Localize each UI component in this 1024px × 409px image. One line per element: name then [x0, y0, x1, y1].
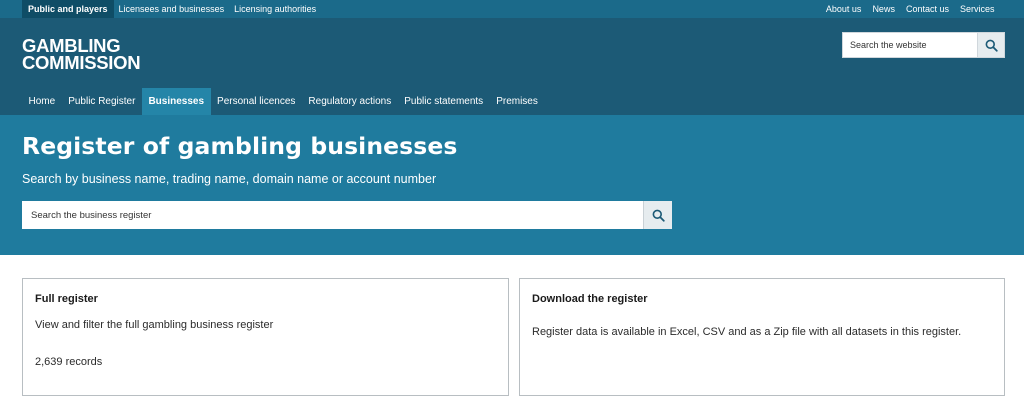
nav-regulatory-actions[interactable]: Regulatory actions [302, 88, 398, 115]
page-subtitle: Search by business name, trading name, d… [22, 172, 437, 186]
utility-links: About us News Contact us Services [820, 0, 1024, 18]
business-search-input[interactable] [22, 201, 643, 229]
hero-banner: Register of gambling businesses Search b… [0, 115, 1024, 255]
logo-line-2: COMMISSION [22, 52, 141, 73]
site-search-button[interactable] [977, 33, 1004, 57]
download-register-title[interactable]: Download the register [532, 293, 648, 305]
audience-links: Public and players Licensees and busines… [0, 0, 321, 18]
audience-link-licensees-and-businesses[interactable]: Licensees and businesses [114, 0, 230, 18]
utility-link-services[interactable]: Services [954, 0, 1000, 18]
audience-link-licensing-authorities[interactable]: Licensing authorities [229, 0, 321, 18]
audience-link-public-and-players[interactable]: Public and players [22, 0, 114, 18]
nav-public-statements[interactable]: Public statements [398, 88, 490, 115]
business-search-button[interactable] [643, 201, 672, 229]
main-navigation: Home Public Register Businesses Personal… [22, 88, 544, 115]
full-register-card[interactable]: Full register View and filter the full g… [22, 278, 509, 396]
full-register-record-count: 2,639 records [35, 356, 103, 368]
download-register-description: Register data is available in Excel, CSV… [532, 326, 962, 338]
download-register-card[interactable]: Download the register Register data is a… [519, 278, 1005, 396]
site-search [842, 32, 1005, 58]
nav-businesses[interactable]: Businesses [141, 88, 211, 115]
utility-link-contact-us[interactable]: Contact us [900, 0, 954, 18]
full-register-description: View and filter the full gambling busine… [35, 319, 274, 331]
nav-home[interactable]: Home [22, 88, 62, 115]
nav-public-register[interactable]: Public Register [62, 88, 142, 115]
site-search-input[interactable] [843, 33, 977, 57]
nav-premises[interactable]: Premises [490, 88, 545, 115]
business-register-search [22, 201, 672, 229]
utility-link-about-us[interactable]: About us [820, 0, 867, 18]
nav-personal-licences[interactable]: Personal licences [211, 88, 302, 115]
utility-link-news[interactable]: News [867, 0, 901, 18]
site-header: GAMBLING COMMISSION Home Public Register… [0, 18, 1024, 115]
search-icon [652, 209, 665, 222]
search-icon [985, 39, 998, 52]
gambling-commission-logo[interactable]: GAMBLING COMMISSION [22, 36, 141, 73]
utility-bar: Public and players Licensees and busines… [0, 0, 1024, 18]
page-title: Register of gambling businesses [22, 132, 458, 160]
full-register-title[interactable]: Full register [35, 293, 98, 305]
